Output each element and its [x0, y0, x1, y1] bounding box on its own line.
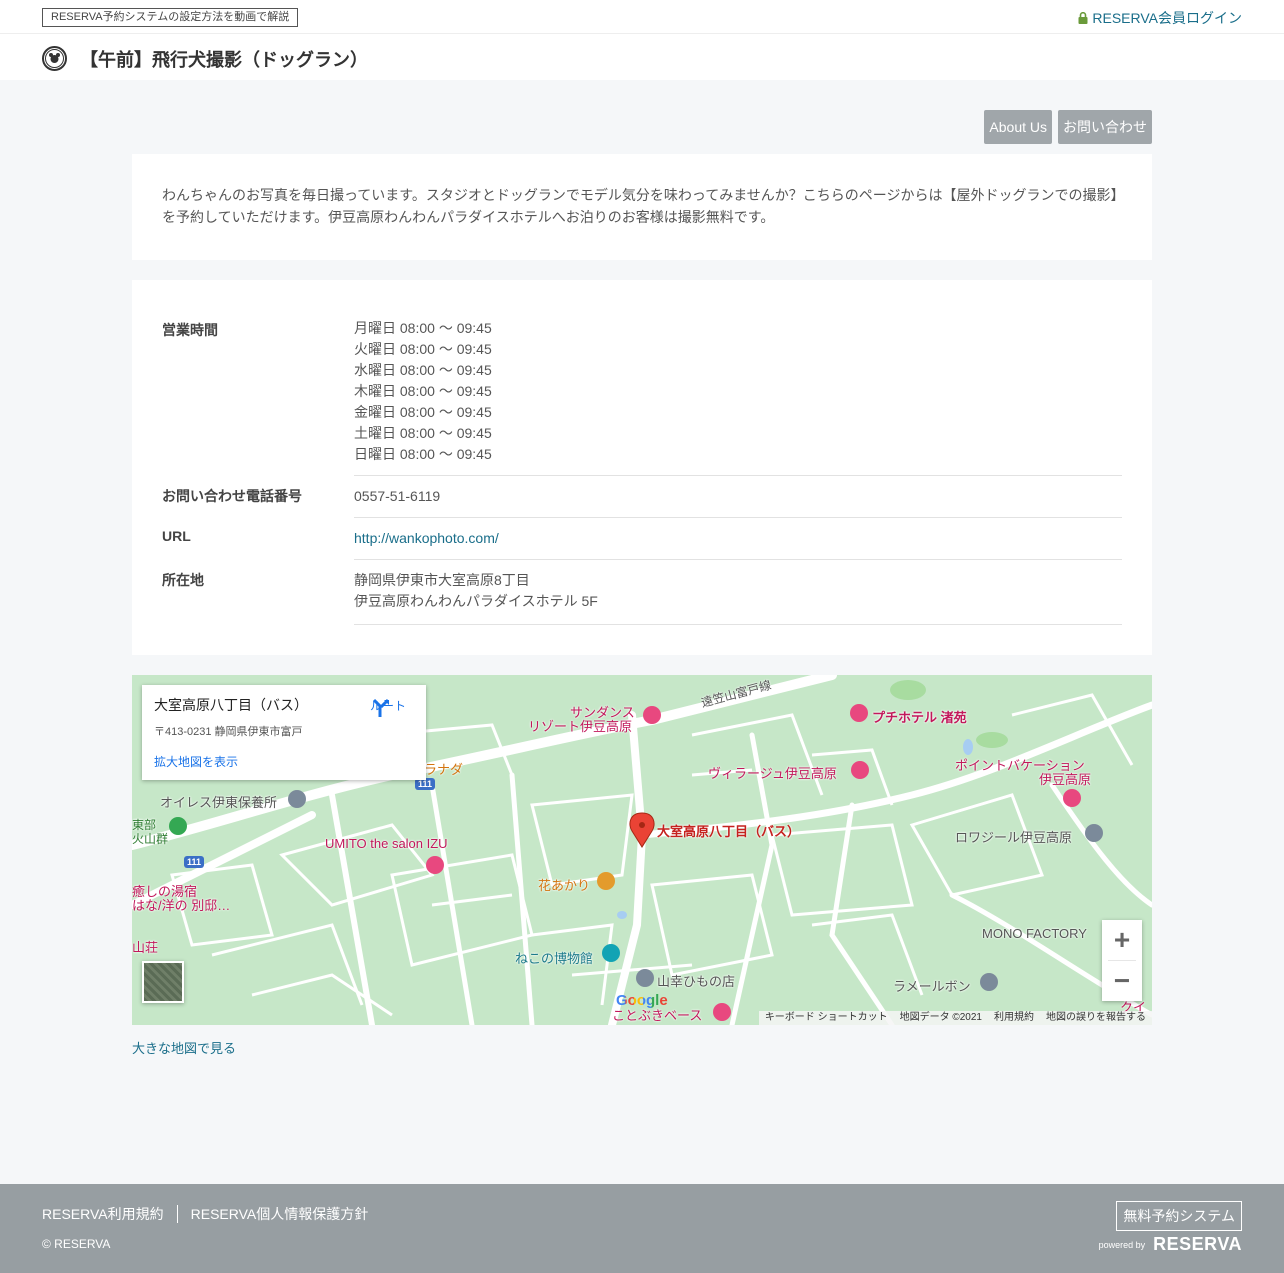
website-link[interactable]: http://wankophoto.com/ — [354, 530, 499, 546]
map-data-credit: 地図データ ©2021 — [899, 1012, 982, 1023]
footer-divider — [176, 1205, 178, 1223]
map-label-village: ヴィラージュ伊豆高原 — [708, 766, 837, 781]
top-bar: RESERVA予約システムの設定方法を動画で解説 RESERVA会員ログイン — [0, 0, 1284, 34]
shop-info-card: 営業時間 月曜日 08:00 ～ 09:45 火曜日 08:00 ～ 09:45… — [132, 280, 1152, 655]
hours-sunday: 日曜日 08:00 ～ 09:45 — [354, 446, 492, 462]
map-label-petit-hotel: プチホテル 渚苑 — [872, 710, 967, 725]
privacy-link[interactable]: RESERVA個人情報保護方針 — [191, 1204, 369, 1224]
tab-about-us[interactable]: About Us — [984, 110, 1052, 144]
terms-link[interactable]: RESERVA利用規約 — [42, 1204, 164, 1224]
map-label-point-vacation-izu: 伊豆高原 — [1039, 772, 1092, 787]
url-value: http://wankophoto.com/ — [354, 518, 1122, 560]
phone-row: お問い合わせ電話番号 0557-51-6119 — [162, 476, 1122, 518]
map-label-kazan: 火山群 — [132, 832, 169, 846]
map-label-hanaakari: 花あかり — [538, 878, 591, 893]
phone-value: 0557-51-6119 — [354, 476, 1122, 518]
map-label-mono-factory: MONO FACTORY — [982, 926, 1087, 941]
hours-monday: 月曜日 08:00 ～ 09:45 — [354, 320, 492, 336]
hours-wednesday: 水曜日 08:00 ～ 09:45 — [354, 362, 492, 378]
page-tabs: About Us お問い合わせ — [984, 110, 1152, 144]
powered-by-label: powered by — [1098, 1239, 1146, 1250]
hours-tuesday: 火曜日 08:00 ～ 09:45 — [354, 341, 492, 357]
shop-description: わんちゃんのお写真を毎日撮っています。スタジオとドッグランでモデル気分を味わって… — [162, 187, 1118, 225]
url-label: URL — [162, 528, 191, 544]
road-shield-111-west: 111 — [187, 857, 202, 867]
route-button[interactable]: ルート — [370, 697, 406, 717]
hours-label: 営業時間 — [162, 322, 218, 338]
tab-contact[interactable]: お問い合わせ — [1058, 110, 1152, 144]
reserva-brand: RESERVA — [1153, 1234, 1242, 1254]
copyright: © RESERVA — [42, 1237, 111, 1251]
free-reservation-system-button[interactable]: 無料予約システム — [1116, 1201, 1242, 1231]
footer-links: RESERVA利用規約 RESERVA個人情報保護方針 — [42, 1204, 368, 1224]
satellite-toggle[interactable] — [142, 961, 184, 1003]
zoom-in-button[interactable]: + — [1102, 920, 1142, 960]
keyboard-shortcuts-link[interactable]: キーボード ショートカット — [765, 1011, 888, 1025]
member-login-link[interactable]: RESERVA会員ログイン — [1078, 8, 1242, 28]
lock-icon — [1078, 11, 1088, 24]
zoom-control: + − — [1102, 920, 1142, 1001]
page-title: 【午前】飛行犬撮影（ドッグラン） — [80, 50, 368, 70]
google-map[interactable]: サンダンス リゾート伊豆高原 遠笠山富戸線 プチホテル 渚苑 ラナダ ヴィラージ… — [132, 675, 1152, 1025]
google-logo-text: Google — [616, 992, 668, 1009]
map-label-neko: ねこの博物館 — [515, 951, 594, 966]
road-shield-111: 111 — [418, 779, 433, 789]
address-line1: 静岡県伊東市大室高原8丁目 — [354, 572, 530, 588]
member-login-label: RESERVA会員ログイン — [1092, 10, 1242, 26]
phone-label: お問い合わせ電話番号 — [162, 488, 302, 504]
hours-row: 営業時間 月曜日 08:00 ～ 09:45 火曜日 08:00 ～ 09:45… — [162, 318, 1122, 476]
hours-saturday: 土曜日 08:00 ～ 09:45 — [354, 425, 492, 441]
description-card: わんちゃんのお写真を毎日撮っています。スタジオとドッグランでモデル気分を味わって… — [132, 154, 1152, 260]
hours-thursday: 木曜日 08:00 ～ 09:45 — [354, 383, 492, 399]
info-window-address: 〒413-0231 静岡県伊東市富戸 — [154, 726, 303, 738]
map-label-sanso: 山荘 — [132, 940, 159, 955]
zoom-out-button[interactable]: − — [1102, 961, 1142, 1001]
hours-value: 月曜日 08:00 ～ 09:45 火曜日 08:00 ～ 09:45 水曜日 … — [354, 318, 1122, 476]
title-bar: 【午前】飛行犬撮影（ドッグラン） — [0, 34, 1284, 80]
map-label-rowazil: ロワジール伊豆高原 — [955, 830, 1073, 845]
map-label-umito: UMITO the salon IZU — [325, 836, 448, 851]
site-footer: RESERVA利用規約 RESERVA個人情報保護方針 © RESERVA 無料… — [0, 1184, 1284, 1273]
video-tutorial-link[interactable]: RESERVA予約システムの設定方法を動画で解説 — [42, 8, 299, 27]
address-value: 静岡県伊東市大室高原8丁目 伊豆高原わんわんパラダイスホテル 5F — [354, 560, 1122, 625]
map-label-bus-stop: 大室高原八丁目（バス） — [657, 824, 801, 839]
address-line2: 伊豆高原わんわんパラダイスホテル 5F — [354, 593, 598, 609]
url-row: URL http://wankophoto.com/ — [162, 518, 1122, 560]
address-row: 所在地 静岡県伊東市大室高原8丁目 伊豆高原わんわんパラダイスホテル 5F — [162, 560, 1122, 625]
google-logo: Google — [616, 992, 668, 1009]
hours-friday: 金曜日 08:00 ～ 09:45 — [354, 404, 492, 420]
map-info-window: 大室高原八丁目（バス） 〒413-0231 静岡県伊東市富戸 拡大地図を表示 ル… — [142, 685, 426, 780]
map-label-sundance-resort: リゾート伊豆高原 — [528, 719, 633, 734]
map-label-lameerbon: ラメールボン — [893, 979, 971, 994]
shop-logo — [42, 46, 67, 71]
map-label-granada: ラナダ — [424, 762, 464, 777]
map-label-hana-besso: はな/洋の 別邸… — [132, 898, 231, 913]
powered-by-badge: powered by RESERVA — [1099, 1234, 1242, 1255]
view-large-map-link[interactable]: 大きな地図で見る — [132, 1038, 236, 1057]
map-label-sanko: 山幸ひもの店 — [657, 974, 736, 989]
report-error-link[interactable]: 地図の誤りを報告する — [1046, 1011, 1146, 1025]
map-label-oires: オイレス伊東保養所 — [160, 795, 278, 810]
map-terms-link[interactable]: 利用規約 — [994, 1011, 1034, 1025]
enlarge-map-link[interactable]: 拡大地図を表示 — [154, 753, 238, 770]
map-attribution: キーボード ショートカット 地図データ ©2021 利用規約 地図の誤りを報告す… — [758, 1011, 1152, 1025]
address-label: 所在地 — [162, 572, 204, 588]
